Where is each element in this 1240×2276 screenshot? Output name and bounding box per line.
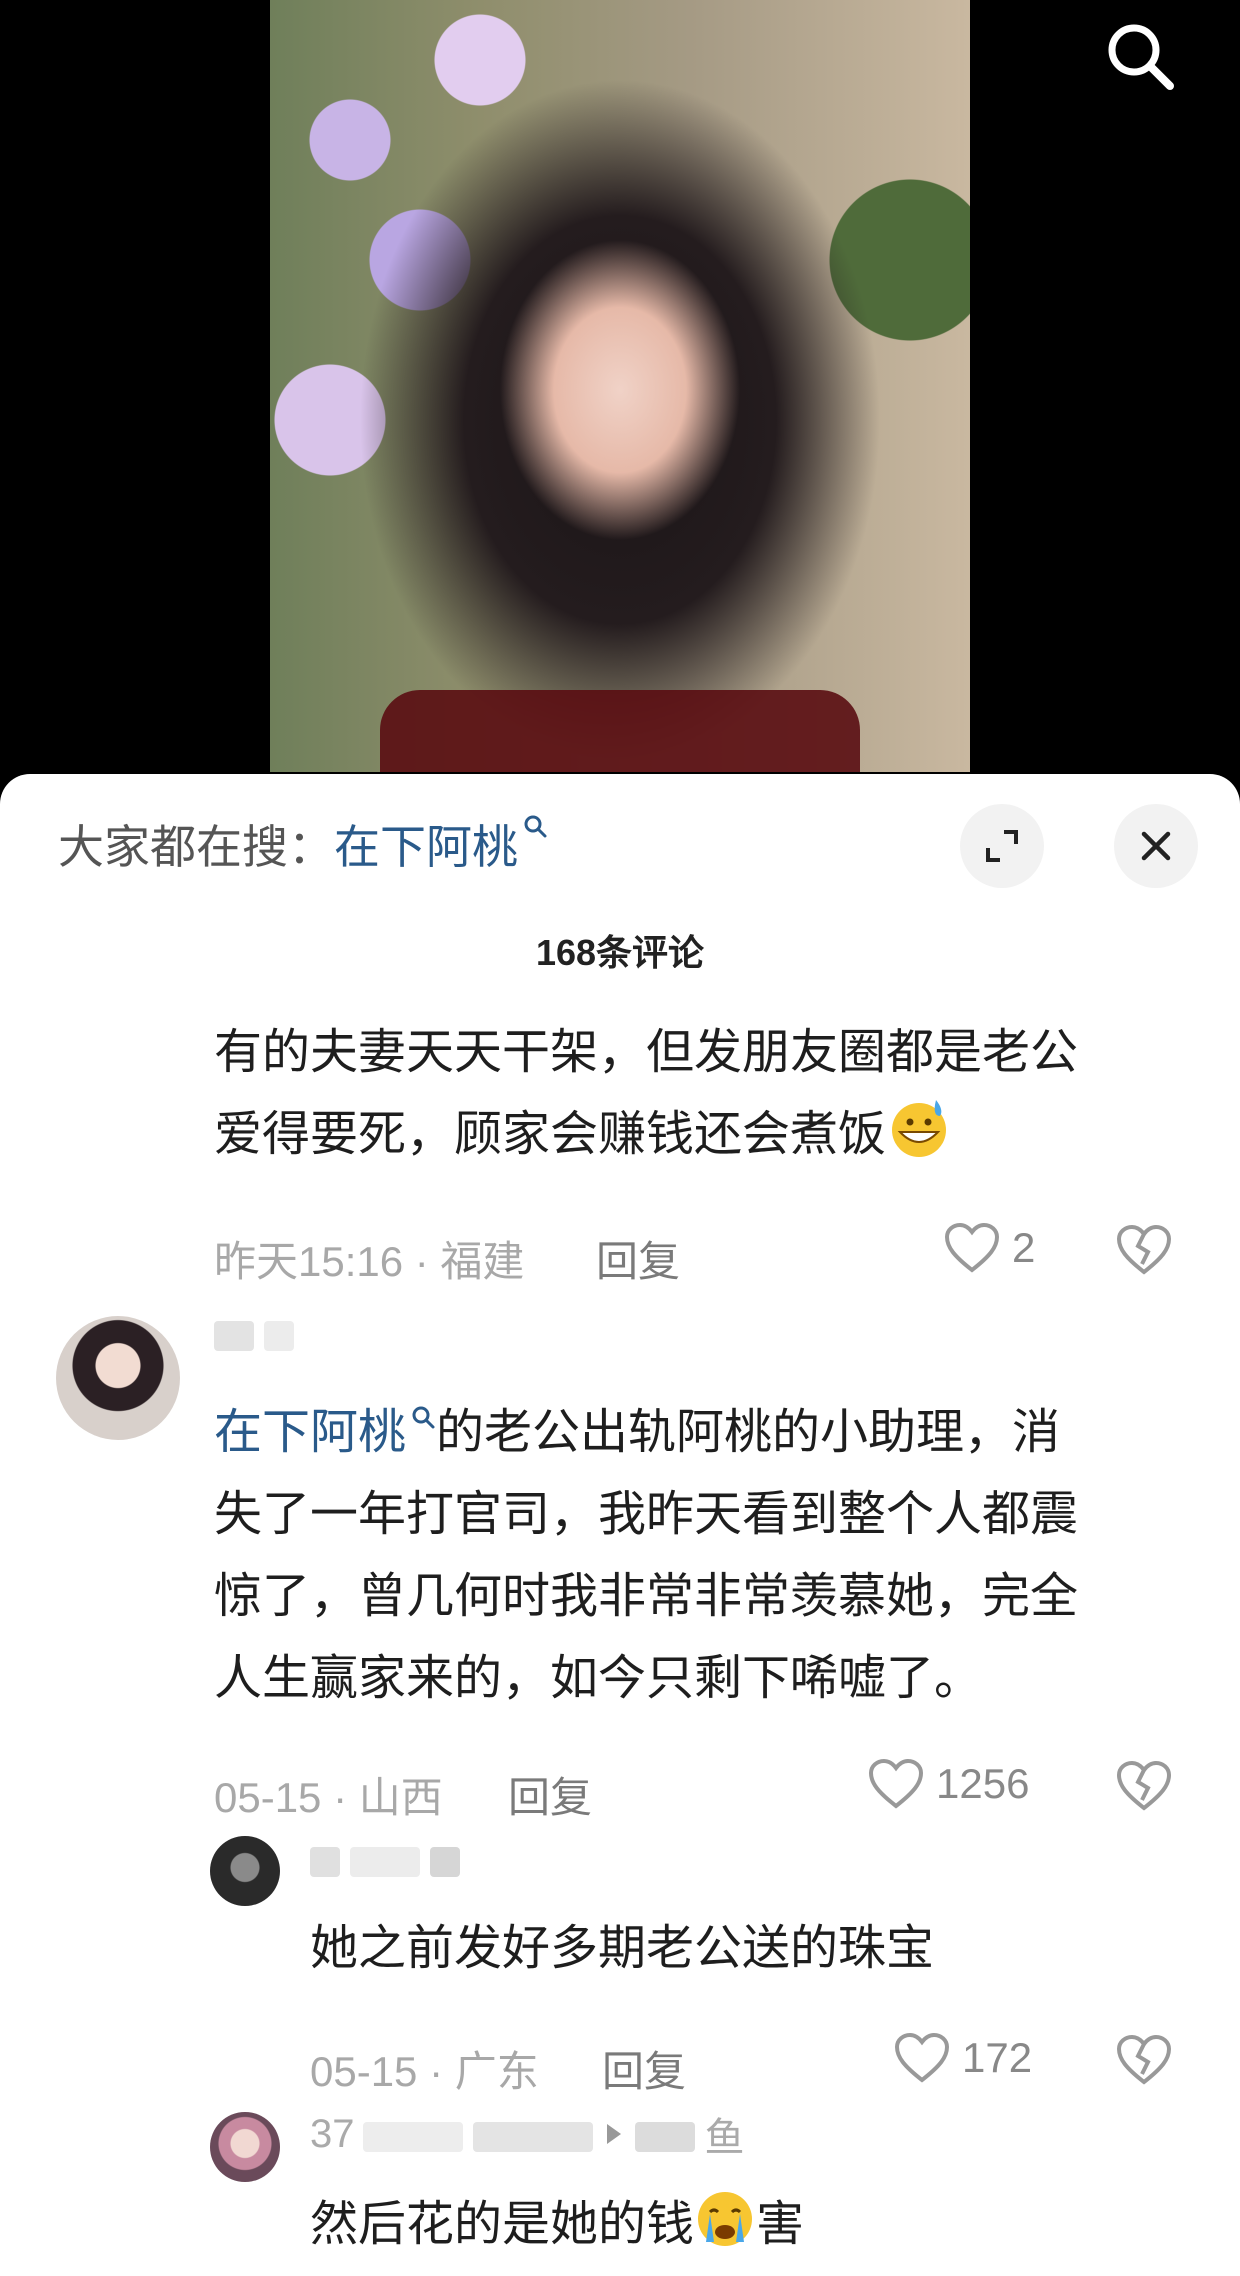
broken-heart-icon: [1116, 2034, 1172, 2085]
comment-text-line: 在下阿桃 的老公出轨阿桃的小助理，消: [214, 1392, 1060, 1474]
comment-text: 的老公出轨阿桃的小助理，消: [436, 1406, 1061, 1459]
like-button[interactable]: 1256: [868, 1758, 1029, 1810]
image-detail: [380, 690, 860, 772]
comment-text-line: 失了一年打官司，我昨天看到整个人都震: [214, 1488, 1079, 1541]
heart-icon: [894, 2032, 950, 2083]
close-button[interactable]: [1114, 804, 1198, 888]
expand-button[interactable]: [960, 804, 1044, 888]
trending-prefix: 大家都在搜：: [58, 821, 334, 873]
comments-panel: 大家都在搜： 在下阿桃 168条评论 有的夫妻天天干架，但发朋友圈都是老公 爱得…: [0, 774, 1240, 2276]
mention-link[interactable]: 在下阿桃: [214, 1406, 406, 1459]
comment-text: 爱得要死，顾家会赚钱还会煮饭: [214, 1108, 887, 1161]
comment-timestamp: 昨天15:16 · 福建: [214, 1238, 525, 1285]
dislike-button[interactable]: [1116, 1224, 1172, 1281]
reply-timestamp: 05-15 · 广东: [310, 2048, 539, 2095]
like-button[interactable]: 2: [944, 1222, 1035, 1274]
video-frame-image: [270, 0, 970, 772]
reply-arrow-icon: [606, 2124, 621, 2144]
avatar[interactable]: [210, 2112, 280, 2182]
reply-username-row[interactable]: 37 鱼: [310, 2111, 745, 2161]
dislike-button[interactable]: [1116, 1760, 1172, 1817]
grinning-sweat-emoji-icon: [892, 1100, 947, 1157]
avatar[interactable]: [56, 1316, 180, 1440]
search-icon: [1108, 24, 1174, 90]
comment-text-line: 爱得要死，顾家会赚钱还会煮饭: [214, 1094, 952, 1176]
avatar[interactable]: [210, 1836, 280, 1906]
username-blurred[interactable]: [214, 1316, 304, 1356]
small-search-icon: [412, 1406, 435, 1429]
comment-text-line: 惊了，曾几何时我非常非常羡慕她，完全: [214, 1570, 1079, 1623]
broken-heart-icon: [1116, 1224, 1172, 1275]
dislike-button[interactable]: [1116, 2034, 1172, 2091]
video-player[interactable]: [0, 0, 1240, 790]
trending-keyword[interactable]: 在下阿桃: [334, 811, 518, 877]
like-count: 2: [1012, 1224, 1036, 1271]
username-blurred[interactable]: [310, 1842, 470, 1882]
comment-count: 168条评论: [535, 932, 705, 973]
reply-button[interactable]: 回复: [602, 2038, 686, 2099]
heart-icon: [944, 1222, 1000, 1273]
reply-text: 害: [756, 2198, 805, 2251]
username-visible: 鱼: [704, 2116, 745, 2160]
trending-keyword-link[interactable]: 在下阿桃: [334, 811, 548, 877]
broken-heart-icon: [1116, 1760, 1172, 1811]
comment-text-line: 有的夫妻天天干架，但发朋友圈都是老公: [214, 1026, 1079, 1079]
like-count: 172: [962, 2034, 1033, 2081]
comment-timestamp: 05-15 · 山西: [214, 1774, 443, 1821]
reply-text: 她之前发好多期老公送的珠宝: [310, 1922, 935, 1975]
like-count: 1256: [936, 1760, 1030, 1807]
heart-icon: [868, 1758, 924, 1809]
search-button[interactable]: [1100, 16, 1180, 96]
close-icon: [1141, 831, 1171, 861]
like-button[interactable]: 172: [894, 2032, 1032, 2084]
reply-button[interactable]: 回复: [508, 1764, 592, 1825]
expand-icon: [986, 830, 1018, 862]
small-search-icon: [524, 815, 547, 838]
comment-text-line: 人生赢家来的，如今只剩下唏嘘了。: [214, 1652, 983, 1705]
reply-button[interactable]: 回复: [596, 1228, 680, 1289]
trending-search[interactable]: 大家都在搜： 在下阿桃: [58, 814, 548, 874]
crying-face-emoji-icon: [698, 2192, 753, 2246]
username-visible: 37: [310, 2111, 355, 2156]
reply-text: 然后花的是她的钱: [310, 2198, 695, 2251]
reply-text-line: 然后花的是她的钱 害: [310, 2184, 804, 2266]
